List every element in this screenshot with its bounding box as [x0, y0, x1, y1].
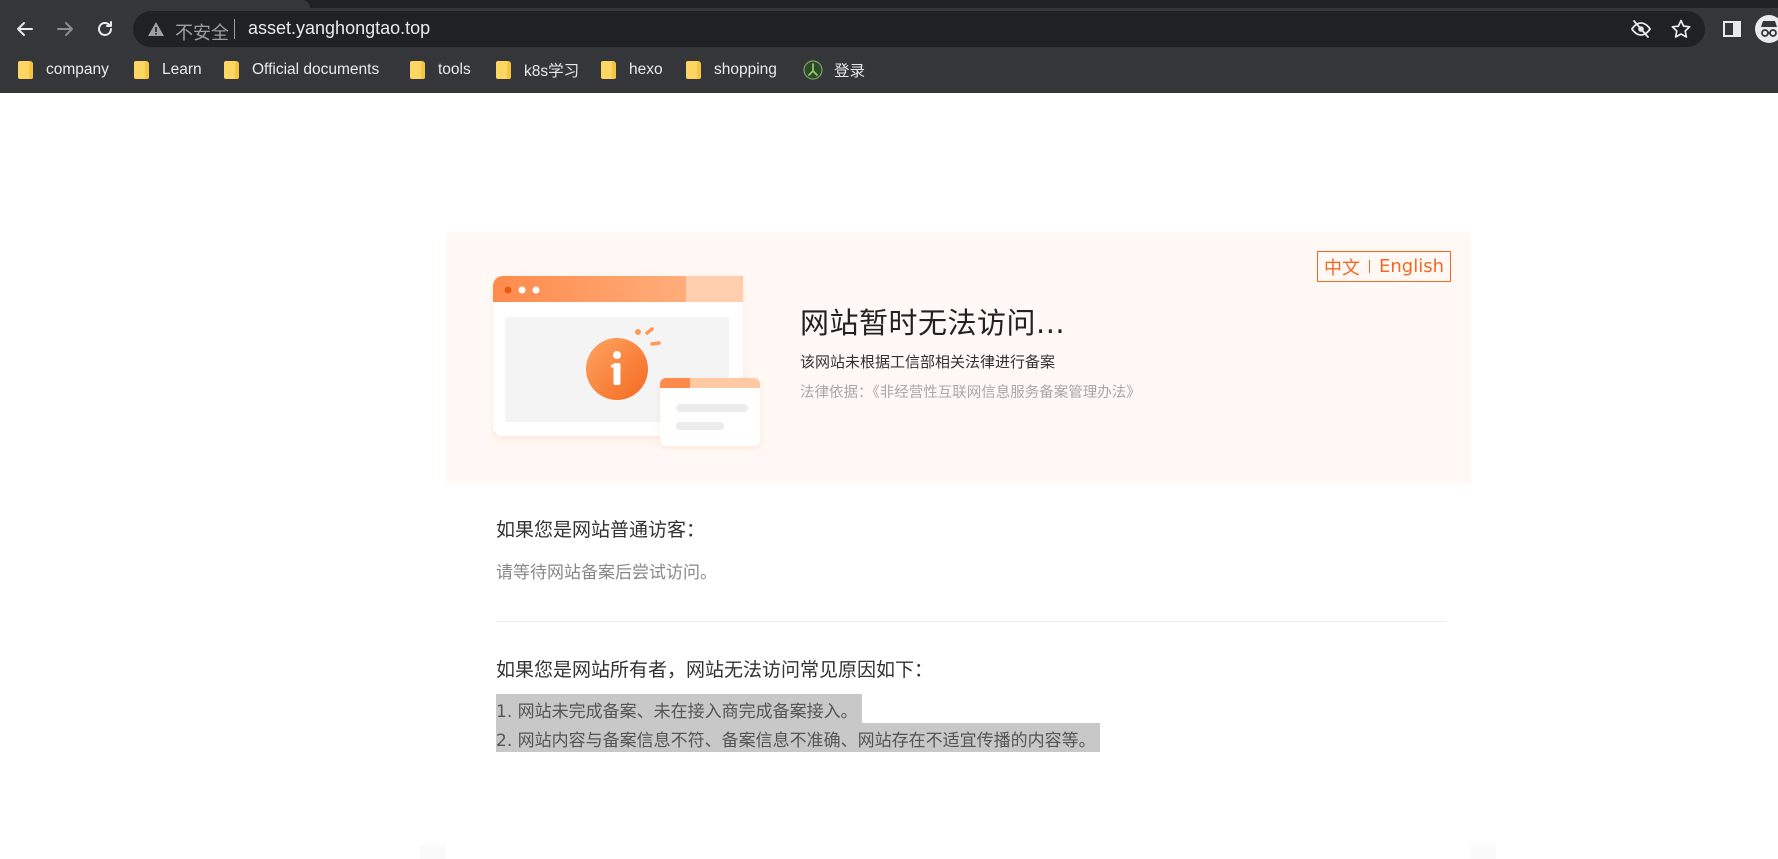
language-switch: 中文 English: [1317, 251, 1451, 282]
tab-strip: [0, 0, 1778, 8]
eye-off-icon: [1630, 20, 1652, 38]
bookmark-label: hexo: [629, 61, 663, 78]
forward-button[interactable]: [50, 14, 80, 44]
side-panel-icon: [1723, 21, 1741, 37]
bookmark-tools[interactable]: tools: [410, 56, 471, 84]
bookmarks-bar: company Learn Official documents tools k…: [0, 56, 1778, 84]
bookmark-shopping[interactable]: shopping: [686, 56, 777, 84]
folder-icon: [601, 61, 616, 79]
bookmark-label: k8s学习: [524, 63, 580, 80]
footer-edge-right: [1470, 845, 1496, 859]
profile-button[interactable]: [1754, 14, 1778, 44]
folder-icon: [224, 61, 239, 79]
lang-chinese-link[interactable]: 中文: [1324, 254, 1360, 280]
tracking-protection-button[interactable]: [1629, 17, 1653, 41]
bookmark-official-documents[interactable]: Official documents: [224, 56, 379, 84]
notice-subtitle: 该网站未根据工信部相关法律进行备案: [800, 353, 1056, 371]
reason-item-1: 1. 网站未完成备案、未在接入商完成备案接入。: [496, 694, 862, 723]
bookmark-label: Learn: [162, 61, 202, 78]
bookmark-login[interactable]: 登录: [803, 56, 865, 84]
section-divider: [496, 621, 1446, 622]
back-button[interactable]: [10, 14, 40, 44]
back-arrow-icon: [17, 22, 33, 36]
lang-separator: [1369, 260, 1370, 273]
security-label[interactable]: 不安全: [175, 19, 229, 45]
page-title: 网站暂时无法访问...: [800, 306, 1066, 340]
footer-edge-left: [420, 845, 446, 859]
incognito-icon: [1755, 15, 1778, 43]
folder-icon: [18, 61, 33, 79]
owner-section-title: 如果您是网站所有者，网站无法访问常见原因如下：: [496, 659, 934, 681]
folder-icon: [410, 61, 425, 79]
warning-triangle-icon[interactable]: [147, 20, 165, 38]
url-text[interactable]: asset.yanghongtao.top: [248, 18, 430, 39]
reason-item-2: 2. 网站内容与备案信息不符、备案信息不准确、网站存在不适宜传播的内容等。: [496, 723, 1100, 752]
bookmark-label: tools: [438, 61, 471, 78]
reload-button[interactable]: [90, 14, 120, 44]
folder-icon: [134, 61, 149, 79]
visitor-section-title: 如果您是网站普通访客：: [496, 519, 706, 541]
bookmark-hexo[interactable]: hexo: [601, 56, 663, 84]
folder-icon: [686, 61, 701, 79]
address-separator: [234, 19, 235, 39]
bookmark-label: Official documents: [252, 61, 380, 78]
bookmark-label: 登录: [834, 63, 866, 80]
bookmark-label: company: [46, 61, 109, 78]
visitor-section-text: 请等待网站备案后尝试访问。: [496, 563, 717, 583]
browser-warning-illustration: [493, 276, 760, 446]
bookmark-k8s[interactable]: k8s学习: [496, 56, 579, 84]
bookmark-label: shopping: [714, 61, 777, 78]
bookmark-learn[interactable]: Learn: [134, 56, 202, 84]
lang-english-link[interactable]: English: [1379, 256, 1444, 277]
address-bar[interactable]: 不安全 asset.yanghongtao.top: [133, 11, 1705, 47]
bookmark-company[interactable]: company: [18, 56, 109, 84]
reload-icon: [98, 21, 112, 36]
forward-arrow-icon: [57, 22, 73, 36]
side-panel-button[interactable]: [1717, 14, 1747, 44]
bookmark-star-button[interactable]: [1669, 17, 1693, 41]
login-site-icon: [803, 60, 823, 80]
browser-chrome: 不安全 asset.yanghongtao.top company Learn …: [0, 0, 1778, 93]
legal-basis-text: 法律依据：《非经营性互联网信息服务备案管理办法》: [800, 385, 1141, 401]
folder-icon: [496, 61, 511, 79]
active-tab-edge[interactable]: [0, 0, 310, 8]
star-icon: [1671, 19, 1691, 38]
